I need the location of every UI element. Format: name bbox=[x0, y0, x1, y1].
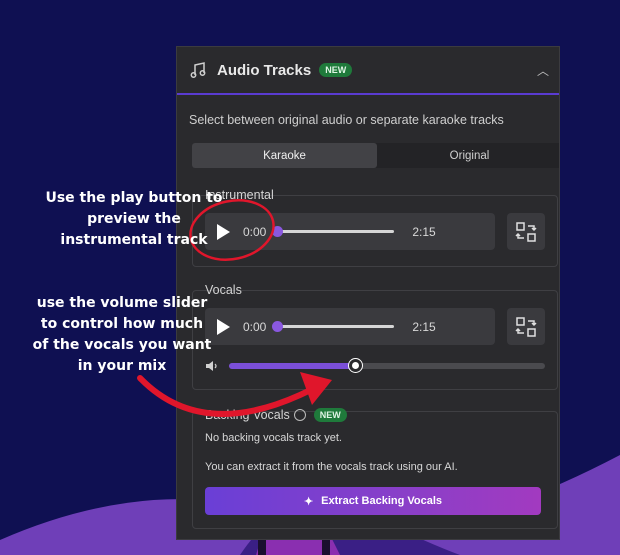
instrumental-current-time: 0:00 bbox=[243, 224, 267, 239]
new-badge: NEW bbox=[319, 63, 353, 77]
annotation-line: to control how much bbox=[40, 316, 204, 332]
annotation-line: in your mix bbox=[77, 358, 167, 374]
vocals-volume-knob[interactable] bbox=[349, 359, 363, 372]
track-mode-toggle: Karaoke Original bbox=[192, 143, 559, 168]
info-icon[interactable] bbox=[293, 409, 306, 421]
extract-backing-vocals-button[interactable]: ✦ Extract Backing Vocals bbox=[205, 487, 541, 515]
swap-track-icon bbox=[515, 316, 537, 337]
chevron-up-icon[interactable]: ︿ bbox=[537, 62, 549, 79]
instrumental-card: Instrumental 0:00 2:15 bbox=[192, 188, 558, 267]
annotation-line: use the volume slider bbox=[36, 295, 208, 311]
tab-original[interactable]: Original bbox=[377, 143, 559, 168]
vocals-swap-button[interactable] bbox=[507, 308, 545, 345]
vocals-volume-row bbox=[205, 359, 545, 373]
audio-tracks-panel: Audio Tracks NEW ︿ Select between origin… bbox=[176, 46, 560, 540]
sparkle-icon: ✦ bbox=[303, 495, 314, 508]
tab-karaoke[interactable]: Karaoke bbox=[192, 143, 377, 168]
panel-header[interactable]: Audio Tracks NEW ︿ bbox=[177, 47, 559, 95]
vocals-duration: 2:15 bbox=[412, 319, 436, 334]
backing-vocals-header: Backing Vocals NEW bbox=[205, 408, 347, 422]
panel-title: Audio Tracks bbox=[217, 61, 312, 79]
vocals-current-time: 0:00 bbox=[243, 319, 267, 334]
backing-vocals-empty-text: No backing vocals track yet. bbox=[205, 432, 342, 444]
instrumental-swap-button[interactable] bbox=[507, 213, 545, 250]
volume-slider-annotation: use the volume slider to control how muc… bbox=[22, 293, 222, 377]
backing-vocals-label: Backing Vocals bbox=[205, 408, 290, 422]
vocals-player: 0:00 2:15 bbox=[205, 308, 495, 345]
panel-subtitle: Select between original audio or separat… bbox=[189, 113, 504, 127]
vocals-progress-bar[interactable] bbox=[272, 321, 395, 332]
annotation-line: instrumental track bbox=[60, 232, 208, 248]
vocals-volume-fill bbox=[229, 363, 356, 369]
new-badge: NEW bbox=[313, 408, 347, 422]
backing-vocals-card: Backing Vocals NEW No backing vocals tra… bbox=[192, 408, 558, 529]
instrumental-duration: 2:15 bbox=[412, 224, 436, 239]
vocals-volume-slider[interactable] bbox=[229, 359, 545, 372]
music-note-icon bbox=[190, 62, 206, 78]
instrumental-progress-bar[interactable] bbox=[272, 226, 395, 237]
extract-button-label: Extract Backing Vocals bbox=[321, 495, 443, 507]
annotation-line: Use the play button to bbox=[45, 190, 223, 206]
backing-vocals-help-text: You can extract it from the vocals track… bbox=[205, 461, 458, 473]
annotation-line: of the vocals you want bbox=[32, 337, 212, 353]
instrumental-player: 0:00 2:15 bbox=[205, 213, 495, 250]
play-button-annotation: Use the play button to preview the instr… bbox=[34, 188, 234, 251]
vocals-card: Vocals 0:00 2:15 bbox=[192, 283, 558, 390]
vocals-progress-knob[interactable] bbox=[272, 321, 284, 332]
instrumental-progress-knob[interactable] bbox=[272, 226, 284, 237]
annotation-line: preview the bbox=[87, 211, 181, 227]
swap-track-icon bbox=[515, 221, 537, 242]
